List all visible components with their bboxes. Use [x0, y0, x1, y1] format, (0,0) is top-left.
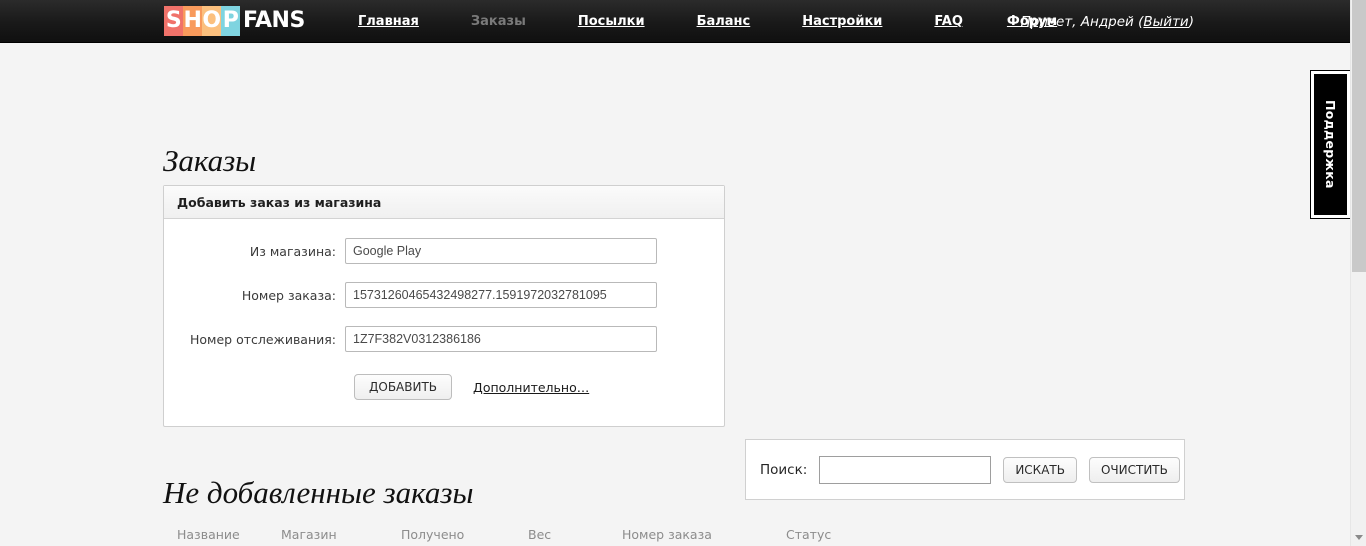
search-panel: Поиск: ИСКАТЬ ОЧИСТИТЬ: [745, 439, 1185, 500]
search-button[interactable]: ИСКАТЬ: [1003, 456, 1077, 483]
site-logo[interactable]: S H O P FANS: [164, 6, 305, 36]
store-input[interactable]: [345, 238, 657, 264]
greeting-suffix: ): [1188, 13, 1194, 30]
logo-letter-h: H: [183, 6, 202, 36]
nav-item-balance[interactable]: Баланс: [697, 14, 751, 29]
support-tab-label: Поддержка: [1323, 100, 1338, 189]
form-row-store: Из магазина:: [164, 238, 724, 264]
nav-item-home[interactable]: Главная: [358, 14, 419, 29]
label-store: Из магазина:: [249, 243, 336, 259]
add-order-button[interactable]: ДОБАВИТЬ: [354, 374, 453, 400]
support-tab[interactable]: Поддержка: [1311, 71, 1350, 218]
label-tracking-number: Номер отслеживания:: [190, 331, 336, 347]
order-number-input[interactable]: [345, 282, 657, 308]
column-header-status[interactable]: Статус: [786, 521, 1185, 546]
nav-item-faq[interactable]: FAQ: [934, 14, 963, 29]
add-order-panel-header: Добавить заказ из магазина: [164, 186, 724, 219]
column-header-store[interactable]: Магазин: [281, 521, 401, 546]
table-head: Название Магазин Получено Вес Номер зака…: [163, 521, 1185, 546]
column-header-order-number[interactable]: Номер заказа: [622, 521, 786, 546]
logo-letter-o: O: [202, 6, 221, 36]
column-header-name[interactable]: Название: [163, 521, 281, 546]
clear-search-button[interactable]: ОЧИСТИТЬ: [1088, 456, 1180, 483]
unadded-orders-table: Название Магазин Получено Вес Номер зака…: [163, 521, 1185, 546]
logo-shop-blocks: S H O P: [164, 6, 240, 36]
search-label: Поиск:: [760, 461, 808, 478]
page-title-unadded-orders: Не добавленные заказы: [163, 475, 474, 510]
table-header-row: Название Магазин Получено Вес Номер зака…: [163, 521, 1185, 546]
browser-viewport: S H O P FANS Главная Заказы Посылки Бала…: [0, 0, 1350, 546]
search-input[interactable]: [819, 455, 992, 484]
page-title-orders: Заказы: [163, 143, 257, 178]
scrollbar-down-arrow-icon[interactable]: [1351, 529, 1366, 546]
nav-item-settings[interactable]: Настройки: [802, 14, 882, 29]
main-navigation: Главная Заказы Посылки Баланс Настройки …: [358, 0, 1057, 43]
additional-options-link[interactable]: Дополнительно…: [473, 380, 589, 395]
nav-item-parcels[interactable]: Посылки: [578, 14, 645, 29]
add-order-actions: ДОБАВИТЬ Дополнительно…: [164, 374, 724, 400]
site-header-inner: S H O P FANS Главная Заказы Посылки Бала…: [0, 0, 1350, 43]
nav-item-orders[interactable]: Заказы: [471, 14, 526, 29]
user-greeting: Привет, Андрей (Выйти): [1021, 0, 1194, 43]
logo-letter-s: S: [164, 6, 183, 36]
label-order-number: Номер заказа:: [241, 287, 336, 303]
column-header-weight[interactable]: Вес: [528, 521, 622, 546]
logout-link[interactable]: Выйти: [1143, 14, 1188, 30]
vertical-scrollbar[interactable]: [1350, 0, 1366, 546]
greeting-text: Привет, Андрей (: [1020, 13, 1144, 30]
logo-letter-p: P: [221, 6, 240, 36]
form-row-order-number: Номер заказа:: [164, 282, 724, 308]
add-order-panel: Добавить заказ из магазина Из магазина: …: [163, 185, 725, 427]
site-header: S H O P FANS Главная Заказы Посылки Бала…: [0, 0, 1350, 43]
add-order-panel-body: Из магазина: Номер заказа: Номер отслежи…: [164, 219, 724, 426]
logo-fans-text: FANS: [243, 8, 305, 33]
form-row-tracking-number: Номер отслеживания:: [164, 326, 724, 352]
tracking-number-input[interactable]: [345, 326, 657, 352]
column-header-received[interactable]: Получено: [401, 521, 528, 546]
scrollbar-thumb[interactable]: [1352, 0, 1366, 272]
